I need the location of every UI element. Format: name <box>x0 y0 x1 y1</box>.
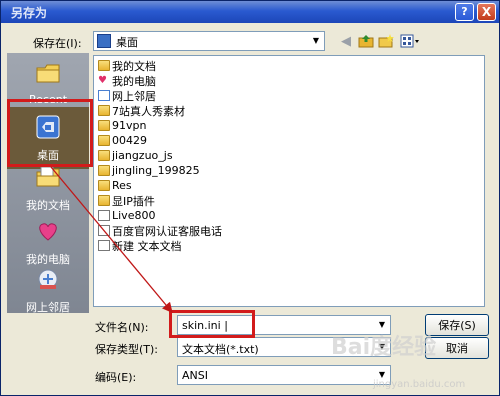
save-in-label: 保存在(I): <box>33 37 82 50</box>
watermark-logo: Bai度经验 <box>331 335 437 360</box>
folder-icon <box>98 60 110 71</box>
list-item[interactable]: 新建 文本文档 <box>98 238 182 253</box>
watermark-url: jingyan.baidu.com <box>373 379 466 390</box>
my-documents-icon <box>36 166 60 187</box>
filename-label: 文件名(N): <box>95 321 149 334</box>
folder-icon <box>98 180 110 191</box>
text-file-icon <box>98 225 110 236</box>
folder-icon <box>98 195 110 206</box>
place-network[interactable]: 网上邻居 <box>7 259 89 321</box>
highlight-box-desktop <box>7 99 93 167</box>
up-folder-icon[interactable] <box>357 32 375 50</box>
view-menu-icon[interactable] <box>399 32 421 50</box>
chevron-down-icon[interactable]: ▼ <box>308 32 324 50</box>
highlight-box-filename <box>169 310 255 338</box>
encoding-dropdown[interactable]: ANSI ▼ <box>177 365 391 385</box>
save-as-dialog: 另存为 ? X 保存在(I): 桌面 ▼ ◀ Recent 桌面 我的文档 我的… <box>0 0 500 396</box>
list-item[interactable]: Res <box>98 178 132 193</box>
network-icon <box>38 269 58 289</box>
encoding-label: 编码(E): <box>95 371 137 384</box>
recent-folder-icon <box>36 64 60 83</box>
title-bar[interactable]: 另存为 ? X <box>1 1 499 23</box>
text-file-icon <box>98 240 110 251</box>
save-in-value: 桌面 <box>116 36 138 49</box>
save-in-dropdown[interactable]: 桌面 ▼ <box>93 31 325 51</box>
encoding-value: ANSI <box>182 369 208 382</box>
list-item[interactable]: jiangzuo_js <box>98 148 173 163</box>
folder-icon <box>98 165 110 176</box>
folder-icon <box>98 120 110 131</box>
list-item[interactable]: 00429 <box>98 133 147 148</box>
folder-icon <box>98 135 110 146</box>
places-bar: Recent 桌面 我的文档 我的电脑 网上邻居 <box>7 53 89 314</box>
list-item[interactable]: 我的文档 <box>98 58 156 73</box>
folder-icon <box>98 105 110 116</box>
help-button[interactable]: ? <box>455 3 474 21</box>
place-label: 网上邻居 <box>26 301 70 314</box>
list-item[interactable]: 网上邻居 <box>98 88 156 103</box>
text-file-icon <box>98 210 110 221</box>
file-list[interactable]: 我的文档 ♥ 我的电脑 网上邻居 7站真人秀素材 91vpn 00429 jian… <box>93 55 485 307</box>
close-button[interactable]: X <box>477 3 496 21</box>
new-folder-icon[interactable] <box>377 32 395 50</box>
back-icon[interactable]: ◀ <box>337 32 355 50</box>
desktop-small-icon <box>97 34 111 48</box>
filetype-value: 文本文档(*.txt) <box>182 343 259 356</box>
list-item[interactable]: jingling_199825 <box>98 163 200 178</box>
window-title: 另存为 <box>11 6 48 20</box>
list-item[interactable]: 百度官网认证客服电话 <box>98 223 222 238</box>
list-item[interactable]: 91vpn <box>98 118 146 133</box>
filetype-label: 保存类型(T): <box>95 343 159 356</box>
list-item[interactable]: Live800 <box>98 208 155 223</box>
network-icon <box>98 90 110 101</box>
list-item[interactable]: 7站真人秀素材 <box>98 103 185 118</box>
my-computer-icon <box>39 223 57 241</box>
folder-icon <box>98 150 110 161</box>
list-item[interactable]: 显IP插件 <box>98 193 155 208</box>
heart-icon: ♥ <box>98 75 107 86</box>
list-item[interactable]: ♥ 我的电脑 <box>98 73 156 88</box>
